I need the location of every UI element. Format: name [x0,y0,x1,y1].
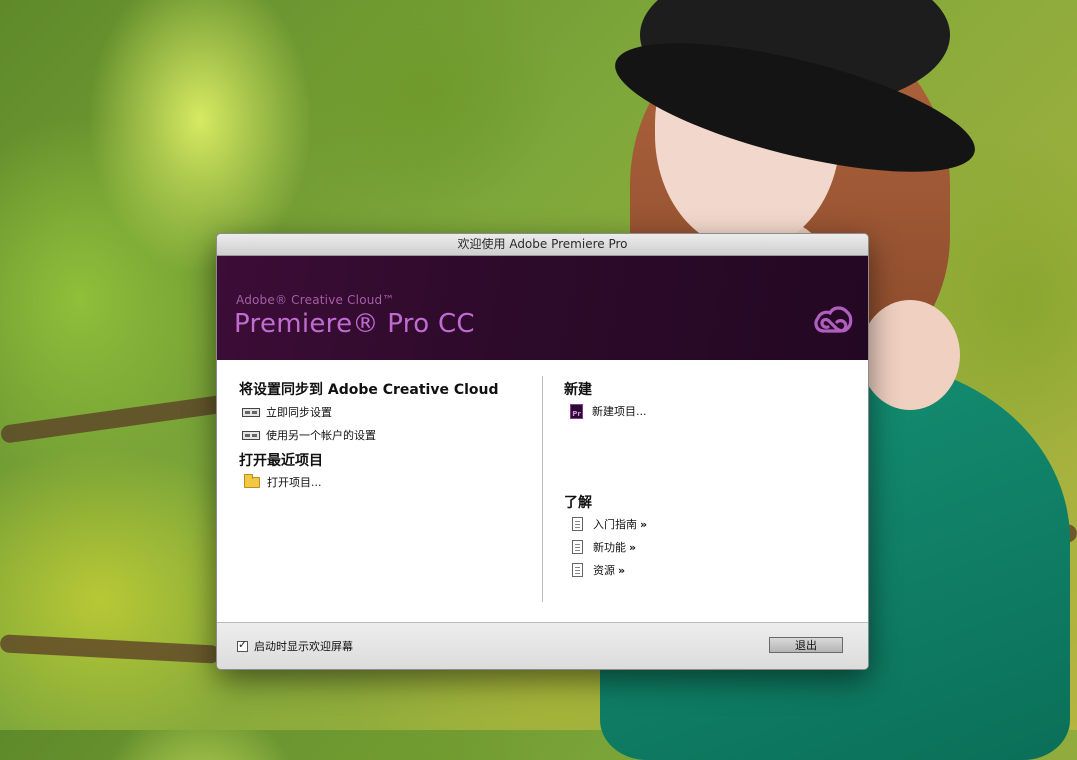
person-shoulder [860,300,960,410]
whats-new-link[interactable]: 新功能 » [568,539,636,555]
resources-link[interactable]: 资源 » [568,562,625,578]
arrow-icon: » [629,540,637,554]
dialog-titlebar[interactable]: 欢迎使用 Adobe Premiere Pro [217,234,868,256]
sync-now-label: 立即同步设置 [266,406,332,419]
exit-button[interactable]: 退出 [769,637,843,653]
branch [0,394,231,444]
creative-cloud-brand: Adobe® Creative Cloud™ [236,293,395,307]
open-recent-section-title: 打开最近项目 [239,453,323,469]
checkbox-checked-icon[interactable] [237,638,248,652]
sync-icon [241,405,260,420]
welcome-dialog: 欢迎使用 Adobe Premiere Pro Adobe® Creative … [216,233,869,670]
show-on-startup-label: 启动时显示欢迎屏幕 [254,640,353,653]
document-icon [568,517,587,532]
arrow-icon: » [640,517,648,531]
arrow-icon: » [618,563,626,577]
open-project-label: 打开项目... [267,476,322,489]
sync-section-title: 将设置同步到 Adobe Creative Cloud [239,382,499,398]
show-on-startup-checkbox[interactable]: 启动时显示欢迎屏幕 [237,638,353,654]
open-project-link[interactable]: 打开项目... [242,473,322,490]
branch [0,634,221,664]
sync-icon [241,428,260,443]
dialog-footer: 启动时显示欢迎屏幕 退出 [217,622,868,669]
folder-icon [242,473,261,490]
new-project-link[interactable]: Pr 新建项目... [567,403,647,419]
dialog-content: 将设置同步到 Adobe Creative Cloud 立即同步设置 使用另一个… [217,360,868,622]
column-divider [542,376,543,602]
new-project-label: 新建项目... [592,405,647,418]
product-name: Premiere® Pro CC [234,309,475,339]
sync-now-link[interactable]: 立即同步设置 [241,404,332,420]
use-other-account-link[interactable]: 使用另一个帐户的设置 [241,427,376,443]
new-section-title: 新建 [564,382,592,398]
premiere-project-icon: Pr [567,403,586,419]
creative-cloud-logo-icon [814,306,853,333]
whats-new-label: 新功能 [593,541,626,554]
getting-started-label: 入门指南 [593,518,637,531]
product-banner: Adobe® Creative Cloud™ Premiere® Pro CC [217,256,868,360]
document-icon [568,563,587,578]
getting-started-link[interactable]: 入门指南 » [568,516,647,532]
use-other-account-label: 使用另一个帐户的设置 [266,429,376,442]
document-icon [568,540,587,555]
learn-section-title: 了解 [564,495,592,511]
resources-label: 资源 [593,564,615,577]
